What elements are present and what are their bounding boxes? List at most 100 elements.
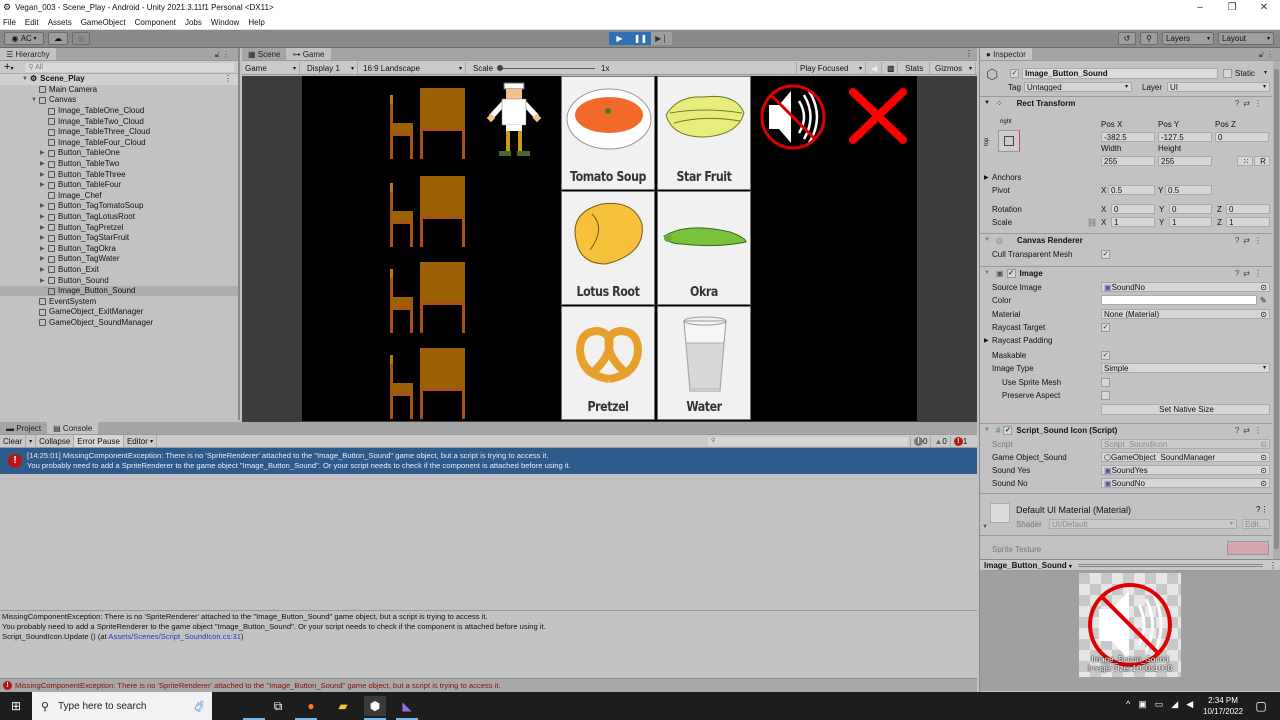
pos-z-input[interactable]: 0 [1215,132,1269,142]
error-pause-button[interactable]: Error Pause [74,435,124,447]
cloud-button[interactable]: ☁ [48,32,68,45]
component-actions-icon[interactable]: ?⇄⋮ [1235,269,1266,278]
food-card[interactable]: Tomato Soup [561,76,655,190]
table-with-chair-image[interactable] [388,348,472,420]
exit-x-icon[interactable] [847,86,909,146]
layout-dropdown[interactable]: Layout ▾ [1218,32,1274,45]
script-enabled-checkbox[interactable]: ✓ [1003,425,1013,435]
tab-game[interactable]: ⊶ Game [286,48,331,60]
height-input[interactable]: 255 [1158,156,1212,166]
windows-start-button[interactable]: ⊞ [5,696,27,716]
hierarchy-item[interactable]: Image_TableFour_Cloud [0,138,238,149]
menu-gameobject[interactable]: GameObject [81,18,126,27]
hierarchy-item[interactable]: ▶ Button_TagOkra [0,244,238,255]
rotation-y-input[interactable]: 0 [1169,204,1212,214]
rotation-z-input[interactable]: 0 [1226,204,1270,214]
hierarchy-search-input[interactable]: ⚲ All [25,62,234,72]
scale-x-input[interactable]: 1 [1111,217,1155,227]
object-picker-icon[interactable]: ⊙ [1260,466,1267,474]
image-type-dropdown[interactable]: Simple ▾ [1101,363,1270,373]
expand-arrow-icon[interactable]: ▶ [40,201,48,211]
image-enabled-checkbox[interactable]: ✓ [1006,268,1016,278]
search-button[interactable]: ⚲ [1140,32,1158,45]
source-image-field[interactable]: ▣SoundNo ⊙ [1101,282,1270,292]
hierarchy-item[interactable]: ▶ Button_TagPretzel [0,222,238,233]
use-sprite-mesh-checkbox[interactable] [1101,378,1110,387]
pause-button[interactable]: ❚❚ [630,32,651,45]
menu-jobs[interactable]: Jobs [185,18,202,27]
image-component-header[interactable]: ▼ ▣ ✓ Image ?⇄⋮ [980,266,1272,279]
menu-edit[interactable]: Edit [25,18,39,27]
canvas-renderer-header[interactable]: ▼ ◎ Canvas Renderer ?⇄⋮ [980,233,1272,246]
menu-component[interactable]: Component [135,18,176,27]
visual-studio-taskbar-button[interactable]: ◣ [396,696,418,716]
scale-z-input[interactable]: 1 [1226,217,1270,227]
system-tray[interactable]: ^▣▭◢◀ [1126,699,1201,710]
battery-icon[interactable]: ▭ [1155,699,1172,709]
hierarchy-item[interactable]: ▶ Button_TableTwo [0,159,238,170]
game-object-sound-field[interactable]: ⬡GameObject_SoundManager ⊙ [1101,452,1270,462]
width-input[interactable]: 255 [1101,156,1155,166]
hierarchy-item[interactable]: Image_TableThree_Cloud [0,127,238,138]
expand-arrow-icon[interactable]: ▶ [40,265,48,275]
console-search-input[interactable]: ⚲ [708,437,908,446]
table-with-chair-image[interactable] [388,176,472,248]
set-native-size-button[interactable]: Set Native Size [1101,404,1270,415]
frame-debugger-button[interactable]: ▩ [884,62,898,74]
show-hidden-icons-icon[interactable]: ^ [1126,699,1138,709]
pos-x-input[interactable]: -382.5 [1101,132,1155,142]
expand-arrow-icon[interactable]: ▶ [40,170,48,180]
blueprint-mode-button[interactable]: ⁙ [1237,156,1253,166]
raw-edit-button[interactable]: R [1254,156,1270,166]
raycast-padding-expand-arrow[interactable]: ▶ [984,337,989,344]
collab-button[interactable]: ◎ [72,32,90,45]
sound-yes-field[interactable]: ▣SoundYes ⊙ [1101,465,1270,475]
restore-button[interactable]: ❐ [1216,0,1248,15]
tab-project[interactable]: ▬ Project [0,422,48,434]
unity-taskbar-button[interactable]: ⬢ [364,696,386,716]
food-card[interactable]: Star Fruit [657,76,751,190]
status-bar[interactable]: ! MissingComponentException: There is no… [0,678,977,692]
hierarchy-item[interactable]: Main Camera [0,85,238,96]
collapse-arrow[interactable]: ▼ [982,524,988,530]
anchor-presets-button[interactable] [998,130,1020,152]
editor-dropdown[interactable]: Editor ▾ [124,435,158,447]
constrain-proportions-icon[interactable]: ⛓ [1087,218,1097,227]
game-mode-dropdown[interactable]: Game ▾ [242,62,300,74]
collapse-button[interactable]: Collapse [36,435,75,447]
expand-arrow-icon[interactable]: ▶ [40,276,48,286]
tab-console[interactable]: ▤ Console [47,422,99,434]
food-card[interactable]: Water [657,306,751,420]
expand-arrow-icon[interactable]: ▼ [22,74,30,84]
table-with-chair-image[interactable] [388,88,472,160]
food-card[interactable]: Pretzel [561,306,655,420]
hierarchy-item[interactable]: ▶ Button_TableThree [0,169,238,180]
scene-menu-icon[interactable]: ⋮ [224,74,232,84]
gizmos-dropdown[interactable]: Gizmos ▾ [932,62,976,74]
menu-window[interactable]: Window [211,18,239,27]
eyedropper-icon[interactable]: ✎ [1260,296,1267,305]
script-component-header[interactable]: ▼ # ✓ Script_Sound Icon (Script) ?⇄⋮ [980,423,1272,436]
play-button[interactable]: ▶ [609,32,630,45]
food-card[interactable]: Lotus Root [561,191,655,305]
component-actions-icon[interactable]: ?⇄⋮ [1235,236,1266,245]
display-dropdown[interactable]: Display 1 ▾ [304,62,358,74]
mute-audio-button[interactable]: ◀ [868,62,882,74]
clock[interactable]: 2:34 PM 10/17/2022 [1203,695,1243,717]
expand-arrow-icon[interactable]: ▶ [40,254,48,264]
expand-arrow-icon[interactable]: ▶ [40,244,48,254]
clear-options-dropdown[interactable]: ▾ [26,435,37,447]
add-button[interactable]: +▾ [4,61,13,73]
tab-hierarchy[interactable]: ☰ Hierarchy [0,48,56,60]
sprite-texture-thumbnail[interactable] [1227,541,1269,555]
preview-menu-icon[interactable]: ⋮ [1269,561,1277,570]
play-focused-dropdown[interactable]: Play Focused ▾ [796,62,866,74]
console-log-entry[interactable]: ! [14:25:01] MissingComponentException: … [0,448,977,474]
scene-row[interactable]: ▼ ⚙ Scene_Play ⋮ [0,74,238,85]
task-view-button[interactable]: ⧉ [267,696,289,716]
hierarchy-item[interactable]: ▶ Button_TableOne [0,148,238,159]
static-dropdown[interactable]: ▾ [1264,69,1267,76]
menu-file[interactable]: File [3,18,16,27]
material-actions-icon[interactable]: ?⋮ [1256,505,1268,514]
maskable-checkbox[interactable]: ✓ [1101,351,1110,360]
